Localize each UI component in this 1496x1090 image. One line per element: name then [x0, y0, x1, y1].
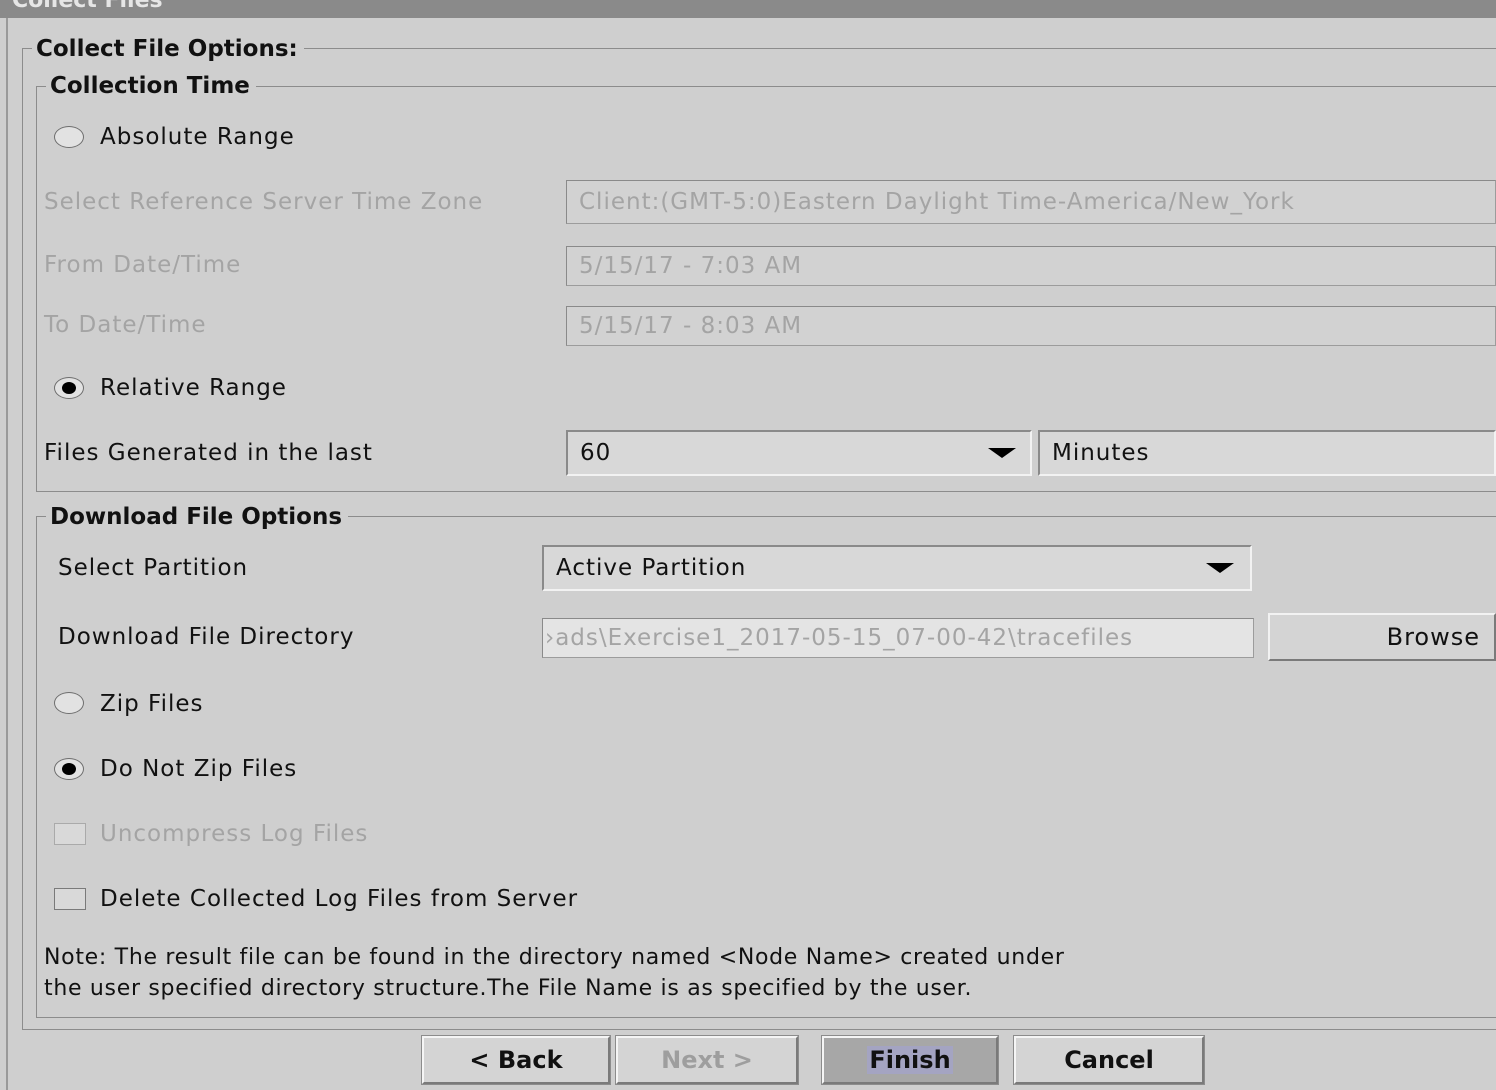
files-generated-label: Files Generated in the last [44, 440, 373, 466]
window-title-bar: Collect Files [0, 0, 1496, 18]
collect-options-title: Collect File Options: [32, 34, 304, 64]
files-generated-value: 60 [580, 440, 612, 466]
do-not-zip-label: Do Not Zip Files [100, 756, 298, 782]
next-button[interactable]: Next > [615, 1035, 799, 1085]
to-datetime-field: 5/15/17 - 8:03 AM [566, 306, 1496, 346]
time-zone-field: Client:(GMT-5:0)Eastern Daylight Time-Am… [566, 180, 1496, 224]
collection-time-title: Collection Time [46, 71, 256, 101]
chevron-down-icon [988, 448, 1016, 458]
partition-value: Active Partition [556, 555, 747, 581]
time-zone-value: Client:(GMT-5:0)Eastern Daylight Time-Am… [579, 189, 1295, 215]
files-generated-value-select[interactable]: 60 [566, 430, 1032, 476]
cancel-button[interactable]: Cancel [1013, 1035, 1205, 1085]
from-datetime-field: 5/15/17 - 7:03 AM [566, 246, 1496, 286]
note-line-2: the user specified directory structure.T… [44, 976, 973, 1001]
partition-select[interactable]: Active Partition [542, 545, 1252, 591]
to-datetime-label: To Date/Time [44, 312, 207, 338]
browse-button[interactable]: Browse [1268, 613, 1496, 661]
delete-collected-label: Delete Collected Log Files from Server [100, 886, 579, 912]
chevron-down-icon [1206, 563, 1234, 573]
from-datetime-value: 5/15/17 - 7:03 AM [579, 253, 803, 279]
download-directory-value: ›ads\Exercise1_2017-05-15_07-00-42\trace… [545, 625, 1134, 651]
relative-range-radio[interactable] [54, 377, 84, 399]
time-zone-label: Select Reference Server Time Zone [44, 189, 484, 215]
zip-files-radio[interactable] [54, 692, 84, 714]
from-datetime-label: From Date/Time [44, 252, 242, 278]
back-button[interactable]: < Back [421, 1035, 611, 1085]
window-left-border [6, 18, 8, 1090]
download-directory-label: Download File Directory [58, 624, 355, 650]
files-generated-unit-select[interactable]: Minutes [1038, 430, 1496, 476]
finish-button-label: Finish [867, 1046, 953, 1074]
to-datetime-value: 5/15/17 - 8:03 AM [579, 313, 803, 339]
delete-collected-checkbox[interactable] [54, 888, 86, 910]
window-title: Collect Files [12, 0, 163, 13]
finish-button[interactable]: Finish [821, 1035, 999, 1085]
absolute-range-radio[interactable] [54, 126, 84, 148]
select-partition-label: Select Partition [58, 555, 249, 581]
absolute-range-label: Absolute Range [100, 124, 295, 150]
note-line-1: Note: The result file can be found in th… [44, 945, 1065, 970]
relative-range-label: Relative Range [100, 375, 287, 401]
files-generated-unit: Minutes [1052, 440, 1150, 466]
uncompress-checkbox [54, 823, 86, 845]
zip-files-label: Zip Files [100, 691, 204, 717]
download-options-title: Download File Options [46, 502, 349, 532]
download-directory-field[interactable]: ›ads\Exercise1_2017-05-15_07-00-42\trace… [542, 618, 1254, 658]
uncompress-label: Uncompress Log Files [100, 821, 369, 847]
do-not-zip-radio[interactable] [54, 758, 84, 780]
